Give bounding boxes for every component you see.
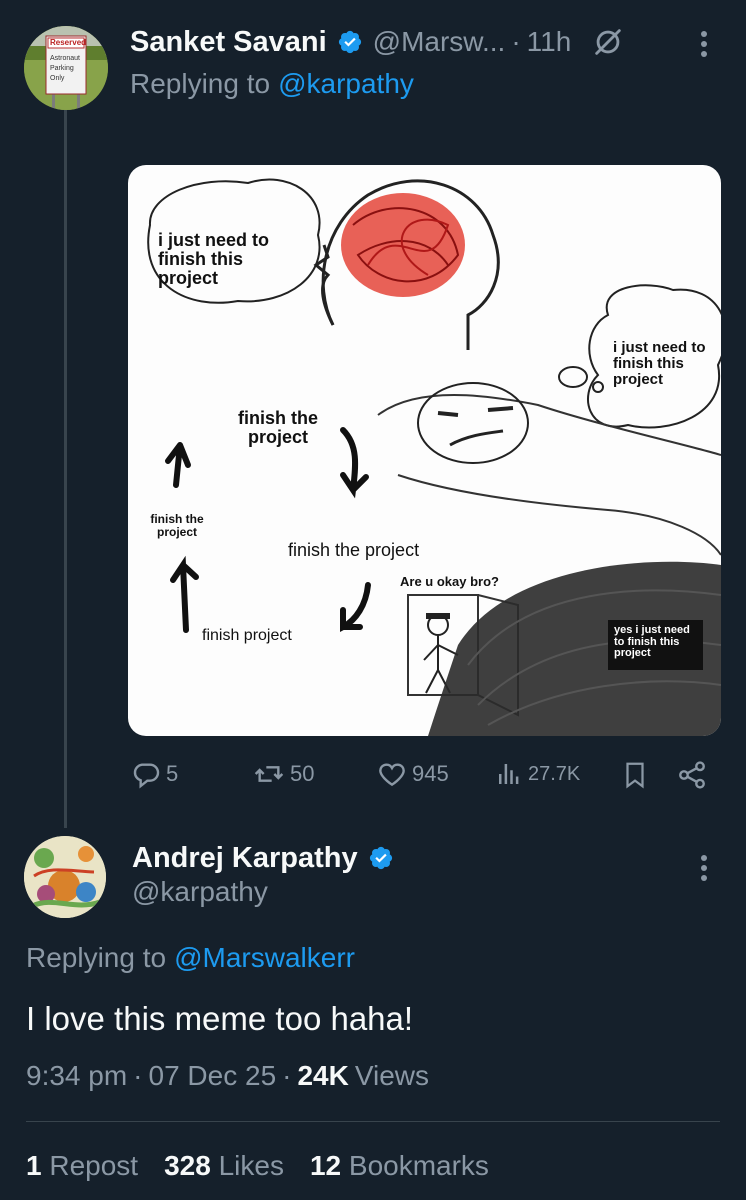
heart-icon (379, 763, 405, 787)
repost-count: 50 (290, 761, 315, 786)
views-button[interactable]: 27.7K (494, 758, 580, 790)
share-button[interactable] (676, 758, 708, 797)
reply-icon (133, 763, 160, 789)
meme-thought-2: i just need to finish this project (613, 339, 706, 388)
bookmark-button[interactable] (620, 758, 650, 797)
engagement-stats: 1 Repost 328 Likes 12 Bookmarks (26, 1150, 489, 1182)
replying-to: Replying to @Marswalkerr (26, 942, 355, 974)
more-options-icon[interactable] (700, 30, 708, 58)
more-options-icon[interactable] (700, 854, 708, 882)
likes-stat[interactable]: 328 Likes (164, 1150, 284, 1182)
tweet-date[interactable]: 07 Dec 25 (149, 1060, 277, 1092)
like-button[interactable]: 945 (376, 758, 449, 790)
avatar-image (24, 836, 106, 918)
replying-to-mention[interactable]: @karpathy (278, 68, 414, 100)
replying-to: Replying to @karpathy (130, 68, 414, 100)
views-count: 24K (297, 1060, 349, 1091)
meme-answer: yes i just need to finish this project (614, 624, 690, 660)
avatar-sign-top: Reserved (50, 38, 87, 47)
tweet-timestamp-row: 9:34 pm · 07 Dec 25 · 24K Views (26, 1060, 429, 1092)
bookmarks-stat[interactable]: 12 Bookmarks (310, 1150, 489, 1182)
likes-count: 328 (164, 1150, 211, 1181)
meme-cycle-top: finish the project (238, 408, 318, 447)
meme-thought-1: i just need to finish this project (158, 230, 270, 288)
handle[interactable]: @Marsw... (373, 26, 506, 58)
verified-badge-icon (369, 846, 392, 870)
repost-button[interactable]: 50 (252, 758, 314, 790)
views-chart-icon (499, 764, 519, 784)
reposts-count: 1 (26, 1150, 42, 1181)
like-count: 945 (412, 761, 449, 786)
views-label: Views (354, 1060, 430, 1091)
views-count: 27.7K (528, 762, 581, 785)
bookmarks-count: 12 (309, 1150, 342, 1181)
meme-cycle-middle: finish the project (288, 540, 420, 560)
meme-cycle-bottom: finish project (202, 627, 292, 644)
bookmarks-label: Bookmarks (348, 1150, 489, 1181)
tweet-text: I love this meme too haha! (26, 1000, 414, 1037)
meme-cycle-left: finish the project (150, 512, 204, 539)
meme-question: Are u okay bro? (400, 574, 499, 589)
thread-connector-line (64, 108, 67, 828)
bookmark-icon (626, 762, 644, 789)
handle[interactable]: @karpathy (132, 876, 268, 908)
separator-dot: · (133, 1060, 143, 1091)
tweet-time[interactable]: 9:34 pm (26, 1060, 127, 1092)
avatar-sign-line-2: Parking (50, 65, 74, 72)
reply-count: 5 (166, 761, 179, 786)
author-name-row: Andrej Karpathy (132, 838, 404, 878)
avatar-sign-line-3: Only (50, 75, 65, 82)
tweet-media-image[interactable]: i just need to finish this project i jus… (128, 165, 721, 736)
separator-dot: · (511, 26, 521, 57)
replying-to-label: Replying to (26, 942, 167, 973)
avatar-sign-line-1: Astronaut (50, 55, 80, 62)
reply-header: Sanket Savani @Marsw... · 11h (130, 22, 625, 62)
display-name[interactable]: Andrej Karpathy (132, 842, 358, 875)
avatar[interactable]: Reserved Astronaut Parking Only (24, 26, 108, 110)
likes-label: Likes (218, 1150, 284, 1181)
divider (26, 1121, 720, 1122)
reply-button[interactable]: 5 (130, 758, 178, 790)
reposts-stat[interactable]: 1 Repost (26, 1150, 138, 1182)
grok-icon[interactable] (591, 25, 625, 59)
timestamp[interactable]: 11h (527, 26, 572, 58)
replying-to-label: Replying to (130, 68, 271, 99)
share-icon (679, 761, 705, 789)
repost-icon (254, 766, 284, 782)
tweet-actions: 5 50 945 27.7K (130, 758, 710, 794)
avatar[interactable] (24, 836, 106, 918)
replying-to-mention[interactable]: @Marswalkerr (174, 942, 355, 974)
separator-dot: · (282, 1060, 292, 1091)
display-name[interactable]: Sanket Savani (130, 26, 327, 59)
verified-badge-icon (338, 30, 361, 54)
reposts-label: Repost (49, 1150, 139, 1181)
